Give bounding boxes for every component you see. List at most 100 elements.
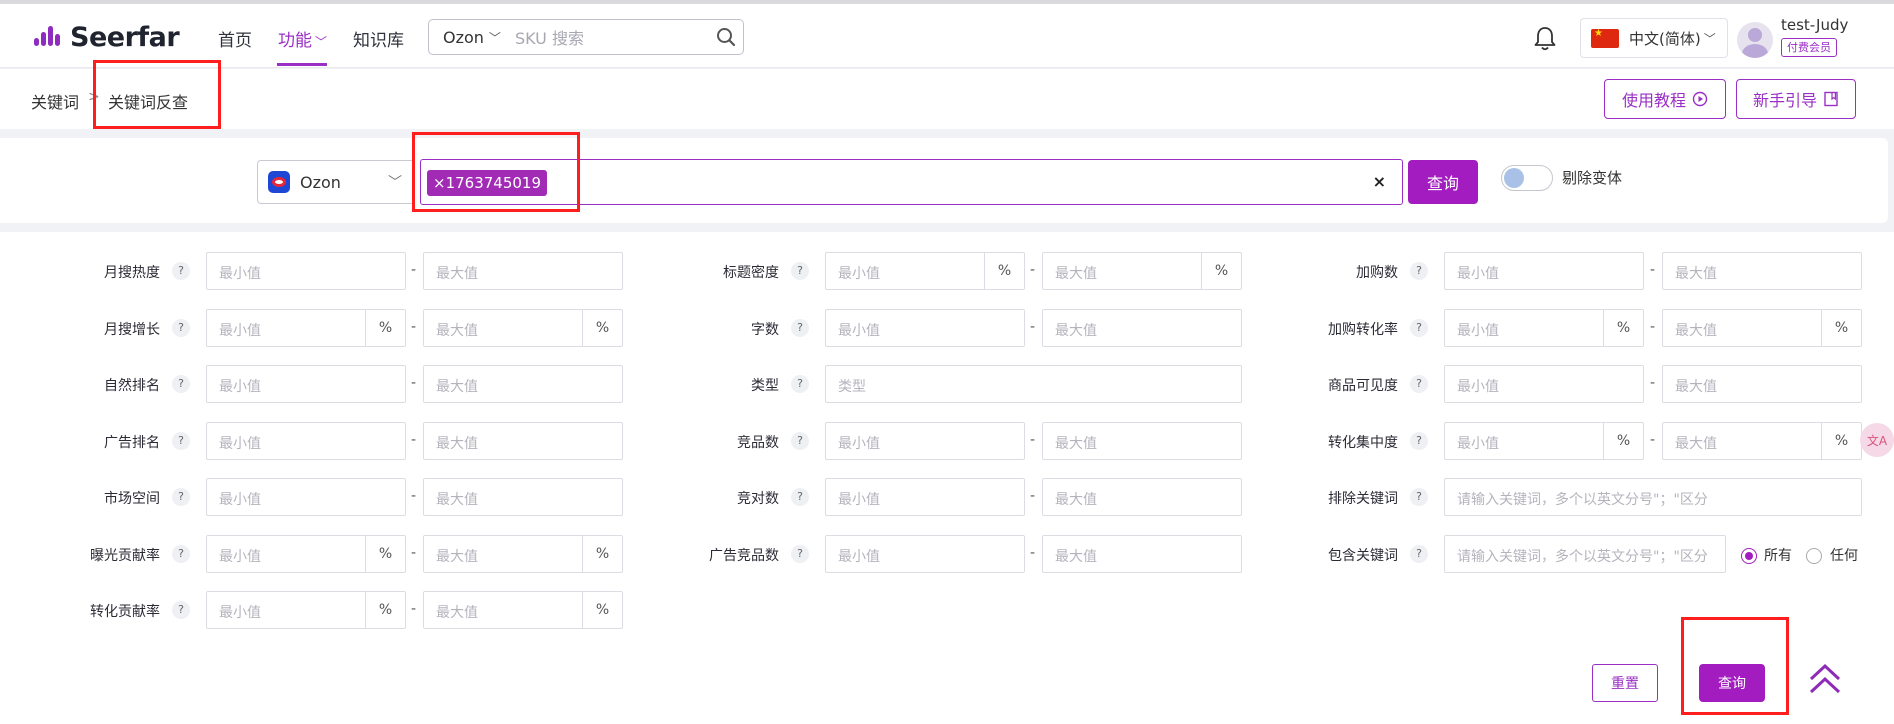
type-select[interactable]: 类型 bbox=[825, 365, 1242, 403]
placeholder-text: 最小值 bbox=[838, 548, 880, 565]
reset-button[interactable]: 重置 bbox=[1592, 664, 1658, 702]
filter-label: 市场空间 bbox=[104, 491, 160, 507]
max-value-input[interactable]: 最大值 bbox=[423, 478, 623, 516]
keyword-search-panel: Ozon ﹀ ×1763745019 × 查询 剔除变体 bbox=[0, 138, 1888, 223]
max-value-input[interactable]: 最大值 bbox=[1042, 534, 1242, 573]
help-icon[interactable]: ? bbox=[791, 262, 809, 280]
range-dash: - bbox=[1030, 431, 1036, 448]
tutorial-button[interactable]: 使用教程 bbox=[1604, 79, 1726, 119]
min-value-input[interactable]: 最小值 bbox=[206, 478, 406, 516]
radio-all[interactable] bbox=[1741, 547, 1757, 564]
remove-variants-toggle[interactable] bbox=[1501, 165, 1553, 191]
highlight-search-input bbox=[412, 132, 580, 212]
range-dash: - bbox=[411, 544, 417, 561]
double-chevron-up-icon[interactable] bbox=[1808, 663, 1842, 699]
clear-icon[interactable]: × bbox=[1373, 172, 1386, 191]
min-value-input[interactable]: 最小值 bbox=[825, 421, 1025, 460]
translate-icon[interactable]: 文A bbox=[1860, 423, 1894, 457]
help-icon[interactable]: ? bbox=[1410, 262, 1428, 280]
breadcrumb-parent[interactable]: 关键词 bbox=[31, 89, 79, 113]
max-value-input[interactable]: 最大值 bbox=[423, 365, 623, 403]
username[interactable]: test-Judy bbox=[1781, 16, 1848, 34]
help-icon[interactable]: ? bbox=[1410, 375, 1428, 393]
help-icon[interactable]: ? bbox=[791, 375, 809, 393]
max-value-input[interactable]: 最大值 bbox=[1662, 365, 1862, 403]
min-value-input[interactable]: 最小值% bbox=[1444, 421, 1644, 460]
max-value-input[interactable]: 最大值% bbox=[1662, 421, 1862, 460]
nav-home[interactable]: 首页 bbox=[218, 26, 252, 51]
query-button-top[interactable]: 查询 bbox=[1408, 160, 1478, 204]
help-icon[interactable]: ? bbox=[172, 601, 190, 619]
min-value-input[interactable]: 最小值 bbox=[1444, 365, 1644, 403]
max-value-input[interactable]: 最大值 bbox=[1042, 308, 1242, 347]
max-value-input[interactable]: 最大值% bbox=[1662, 308, 1862, 347]
platform-dropdown[interactable]: Ozon ﹀ bbox=[257, 160, 415, 204]
help-icon[interactable]: ? bbox=[172, 262, 190, 280]
placeholder-text: 最小值 bbox=[838, 322, 880, 339]
filter-label: 商品可见度 bbox=[1328, 378, 1398, 394]
help-icon[interactable]: ? bbox=[172, 544, 190, 563]
keyword-input[interactable]: 请输入关键词，多个以英文分号"；"区分 bbox=[1444, 478, 1862, 516]
help-icon[interactable]: ? bbox=[172, 431, 190, 450]
keyword-input[interactable]: 请输入关键词，多个以英文分号"；"区分 bbox=[1444, 534, 1726, 573]
max-value-input[interactable]: 最大值% bbox=[423, 308, 623, 347]
help-icon[interactable]: ? bbox=[1410, 431, 1428, 450]
help-icon[interactable]: ? bbox=[791, 318, 809, 337]
filter-label: 包含关键词 bbox=[1328, 547, 1398, 564]
placeholder-text: 最大值 bbox=[436, 492, 478, 508]
help-icon[interactable]: ? bbox=[1410, 544, 1428, 563]
sku-search-input[interactable]: SKU 搜索 bbox=[515, 25, 709, 49]
max-value-input[interactable]: 最大值% bbox=[423, 534, 623, 573]
help-icon[interactable]: ? bbox=[1410, 318, 1428, 337]
min-value-input[interactable]: 最小值% bbox=[206, 591, 406, 629]
max-value-input[interactable]: 最大值 bbox=[1042, 478, 1242, 516]
help-icon[interactable]: ? bbox=[791, 431, 809, 450]
min-value-input[interactable]: 最小值% bbox=[206, 308, 406, 347]
radio-any[interactable] bbox=[1806, 547, 1822, 564]
placeholder-text: 最小值 bbox=[219, 266, 261, 282]
max-value-input[interactable]: 最大值% bbox=[1042, 252, 1242, 290]
min-value-input[interactable]: 最小值% bbox=[206, 534, 406, 573]
help-icon[interactable]: ? bbox=[791, 544, 809, 563]
max-value-input[interactable]: 最大值 bbox=[423, 252, 623, 290]
filter-label: 竞品数 bbox=[737, 434, 779, 451]
min-value-input[interactable]: 最小值 bbox=[825, 534, 1025, 573]
min-value-input[interactable]: 最小值 bbox=[206, 365, 406, 403]
help-icon[interactable]: ? bbox=[172, 318, 190, 337]
help-icon[interactable]: ? bbox=[1410, 488, 1428, 506]
max-value-input[interactable]: 最大值 bbox=[1042, 421, 1242, 460]
guide-button[interactable]: 新手引导 bbox=[1736, 79, 1856, 119]
help-icon[interactable]: ? bbox=[172, 375, 190, 393]
placeholder-text: 最大值 bbox=[1675, 266, 1717, 282]
max-value-input[interactable]: 最大值 bbox=[1662, 252, 1862, 290]
filter-label: 自然排名 bbox=[104, 378, 160, 394]
language-select[interactable]: 中文(简体) ﹀ bbox=[1580, 18, 1728, 58]
avatar[interactable] bbox=[1737, 22, 1773, 58]
nav-features[interactable]: 功能 ﹀ bbox=[278, 26, 327, 51]
min-value-input[interactable]: 最小值 bbox=[825, 308, 1025, 347]
filter-label: 广告竞品数 bbox=[709, 547, 779, 564]
highlight-breadcrumb bbox=[93, 60, 221, 129]
logo[interactable]: Seerfar bbox=[34, 22, 180, 53]
min-value-input[interactable]: 最小值% bbox=[825, 252, 1025, 290]
help-icon[interactable]: ? bbox=[791, 488, 809, 506]
max-value-input[interactable]: 最大值% bbox=[423, 591, 623, 629]
max-value-input[interactable]: 最大值 bbox=[423, 421, 623, 460]
min-value-input[interactable]: 最小值 bbox=[206, 252, 406, 290]
filter-label: 广告排名 bbox=[104, 434, 160, 451]
placeholder-text: 最大值 bbox=[1055, 322, 1097, 339]
search-icon[interactable] bbox=[709, 27, 743, 47]
radio-any-label: 任何 bbox=[1830, 547, 1858, 564]
china-flag-icon bbox=[1591, 28, 1619, 48]
bell-icon[interactable] bbox=[1533, 26, 1557, 56]
min-value-input[interactable]: 最小值% bbox=[1444, 308, 1644, 347]
help-icon[interactable]: ? bbox=[172, 488, 190, 506]
chevron-down-icon[interactable]: ﹀ bbox=[489, 29, 501, 46]
min-value-input[interactable]: 最小值 bbox=[825, 478, 1025, 516]
platform-select[interactable]: Ozon bbox=[443, 28, 484, 47]
range-dash: - bbox=[1030, 544, 1036, 561]
nav-knowledge[interactable]: 知识库 bbox=[353, 26, 404, 51]
min-value-input[interactable]: 最小值 bbox=[1444, 252, 1644, 290]
min-value-input[interactable]: 最小值 bbox=[206, 421, 406, 460]
range-dash: - bbox=[1650, 431, 1656, 448]
